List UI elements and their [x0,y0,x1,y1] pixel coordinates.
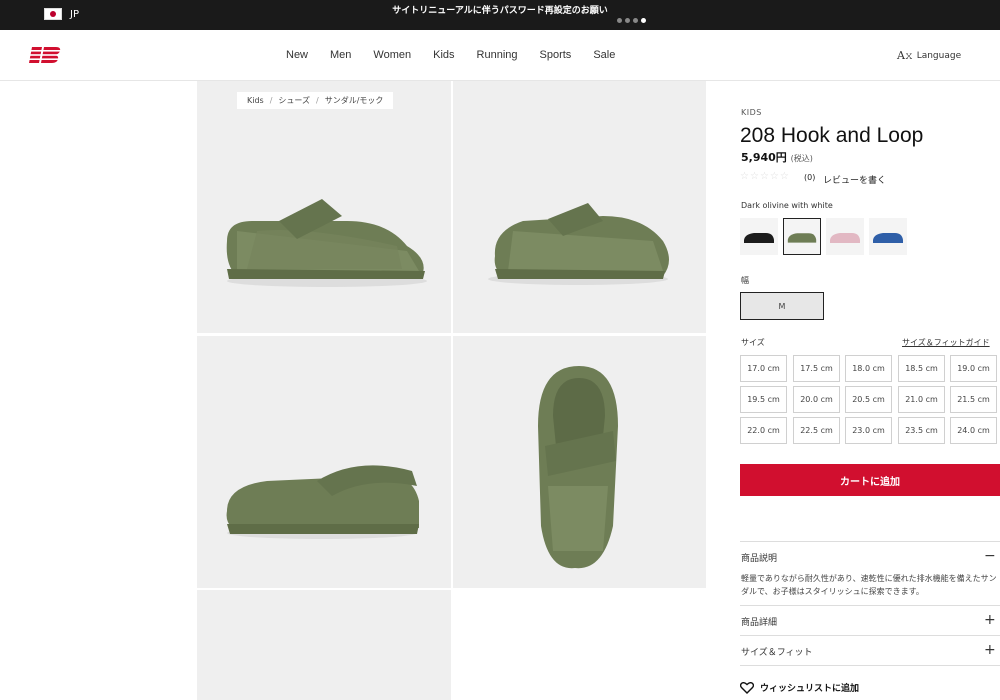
size-label: サイズ [741,338,765,347]
size-option[interactable]: 17.0 cm [740,355,787,382]
size-option[interactable]: 19.0 cm [950,355,997,382]
product-image-medial[interactable] [197,336,451,588]
wishlist-label: ウィッシュリストに追加 [760,684,860,694]
nav-sale[interactable]: Sale [593,49,615,61]
star-icon: ☆ [749,171,759,182]
divider [740,635,1000,636]
product-category: KIDS [741,108,762,117]
size-option[interactable]: 21.5 cm [950,386,997,413]
breadcrumb-separator: / [269,96,273,105]
minus-icon[interactable]: − [984,549,996,563]
breadcrumb-sandals[interactable]: サンダル/モック [325,95,384,106]
description-text: 軽量でありながら耐久性があり、速乾性に優れた排水機能を備えたサンダルで、お子様は… [741,574,997,596]
language-label: Language [916,51,962,61]
price-tax-note: (税込) [790,154,813,163]
size-option[interactable]: 21.0 cm [898,386,945,413]
breadcrumb-shoes[interactable]: シューズ [278,95,310,106]
announcement-pager [617,18,646,23]
pager-dot[interactable] [617,18,622,23]
star-icon: ☆ [759,171,769,182]
divider [740,665,1000,666]
plus-icon[interactable]: + [984,643,996,657]
star-icon: ☆ [740,171,749,182]
size-option[interactable]: 22.0 cm [740,417,787,444]
nav-men[interactable]: Men [330,49,351,61]
announcement-bar: JP サイトリニューアルに伴うパスワード再設定のお願い [0,0,1000,30]
size-option[interactable]: 23.5 cm [898,417,945,444]
shoe-image [538,366,618,569]
product-image-side-left[interactable] [453,81,706,333]
swatch-black[interactable] [740,218,778,255]
pager-dot-active[interactable] [641,18,646,23]
add-to-cart-button[interactable]: カートに追加 [740,464,1000,496]
size-option[interactable]: 22.5 cm [793,417,840,444]
accordion-fit-title[interactable]: サイズ＆フィット [741,645,813,658]
shoe-image [226,199,427,287]
swatch-image [787,233,817,243]
pager-dot[interactable] [633,18,638,23]
width-option-m[interactable]: M [740,292,824,320]
divider [740,605,1000,606]
size-option[interactable]: 19.5 cm [740,386,787,413]
language-selector[interactable]: A𝚡 Language [897,49,961,63]
width-label: 幅 [741,276,749,285]
size-option[interactable]: 20.0 cm [793,386,840,413]
swatch-blue[interactable] [869,218,907,255]
product-image-top[interactable] [453,336,706,588]
nav-running[interactable]: Running [477,49,518,61]
size-option[interactable]: 18.5 cm [898,355,945,382]
swatch-image [830,233,860,243]
announcement-text[interactable]: サイトリニューアルに伴うパスワード再設定のお願い [0,3,1000,16]
price-value: 5,940円 [741,151,787,164]
new-balance-logo-icon[interactable] [26,45,62,65]
main-nav: New Men Women Kids Running Sports Sale [286,49,637,61]
pager-dot[interactable] [625,18,630,23]
size-option[interactable]: 24.0 cm [950,417,997,444]
breadcrumb: Kids / シューズ / サンダル/モック [237,92,394,109]
product-price: 5,940円 (税込) [741,149,813,165]
plus-icon[interactable]: + [984,613,996,627]
write-review-link[interactable]: レビューを書く [823,173,886,186]
product-image-extra[interactable] [197,590,451,700]
divider [740,541,1000,542]
accordion-description-title[interactable]: 商品説明 [741,551,777,564]
color-name: Dark olivine with white [741,201,833,210]
size-option[interactable]: 20.5 cm [845,386,892,413]
swatch-image [744,233,774,243]
site-header: New Men Women Kids Running Sports Sale A… [0,30,1000,81]
swatch-image [873,233,903,243]
nav-sports[interactable]: Sports [540,49,572,61]
size-option[interactable]: 17.5 cm [793,355,840,382]
breadcrumb-kids[interactable]: Kids [247,96,264,105]
review-count: (0) [804,173,816,182]
star-icon: ☆ [779,171,789,182]
heart-icon [740,681,754,694]
nav-women[interactable]: Women [373,49,411,61]
shoe-image [488,203,669,285]
shoe-image [226,465,419,539]
product-image-side-right[interactable] [197,81,451,333]
size-option[interactable]: 23.0 cm [845,417,892,444]
breadcrumb-separator: / [316,96,319,105]
rating-stars: ☆ ☆ ☆ ☆ ☆ [740,171,789,182]
size-guide-link[interactable]: サイズ＆フィットガイド [902,337,990,348]
swatch-pink[interactable] [826,218,864,255]
accordion-details-title[interactable]: 商品詳細 [741,615,777,628]
translate-icon: A𝚡 [897,49,913,62]
wishlist-button[interactable]: ウィッシュリストに追加 [740,681,859,694]
nav-kids[interactable]: Kids [433,49,454,61]
nav-new[interactable]: New [286,49,308,61]
size-option[interactable]: 18.0 cm [845,355,892,382]
product-title: 208 Hook and Loop [740,124,924,147]
swatch-dark-olivine[interactable] [783,218,821,255]
star-icon: ☆ [769,171,779,182]
